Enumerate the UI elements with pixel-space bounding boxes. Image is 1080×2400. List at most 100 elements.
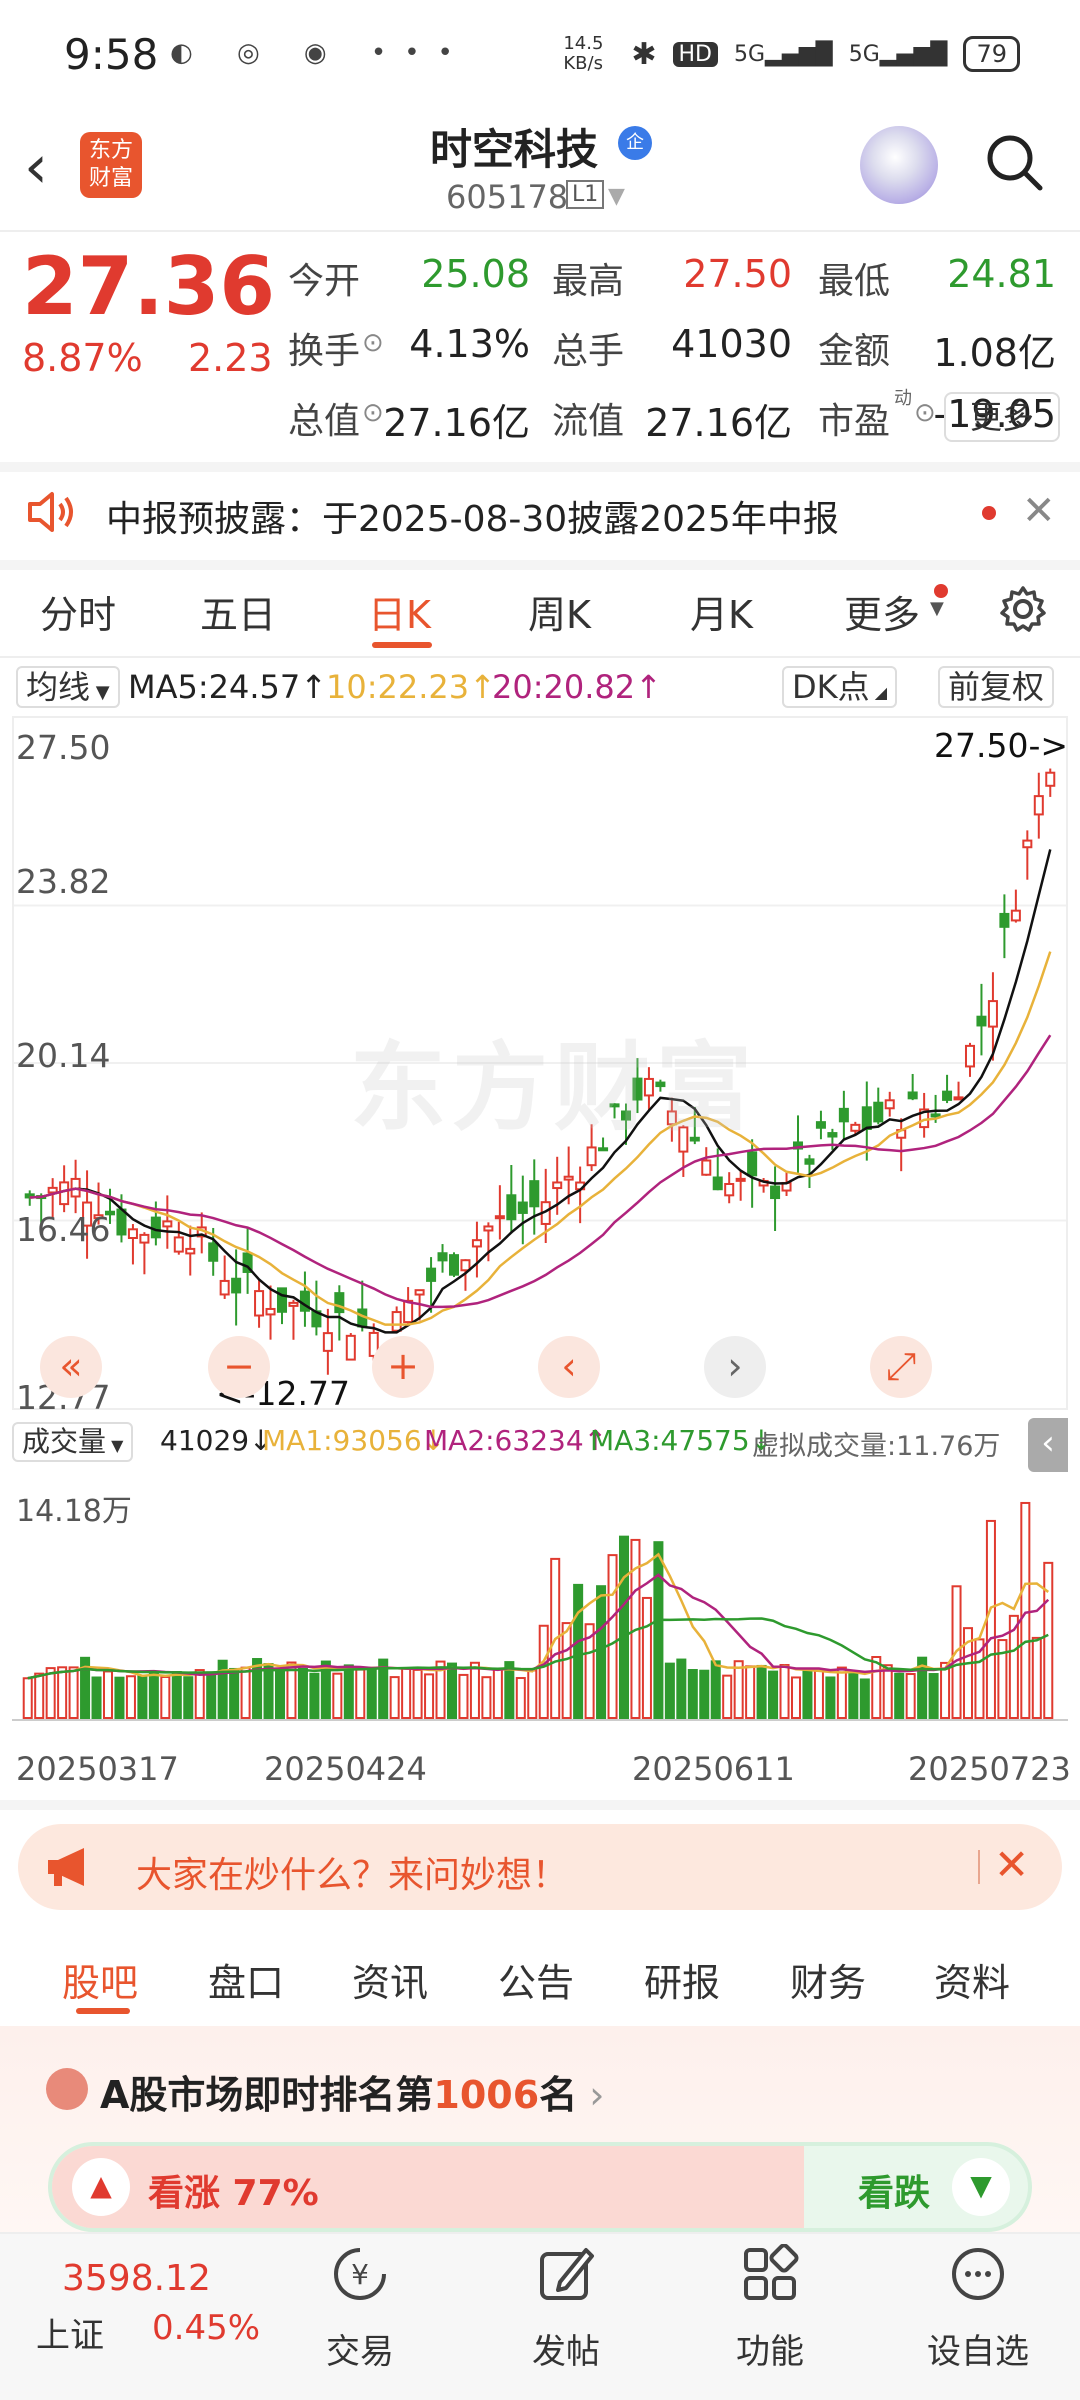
volume-bar: [664, 1662, 675, 1719]
x-tick-label: 20250611: [632, 1750, 795, 1788]
tab-pankou[interactable]: 盘口: [208, 1952, 284, 2007]
tab-monthly-k[interactable]: 月K: [690, 584, 753, 639]
settings-gear-icon[interactable]: [998, 584, 1048, 634]
collapse-panel-icon[interactable]: ‹: [1028, 1418, 1068, 1472]
change-percent: 8.87%: [22, 336, 143, 380]
dk-point-button[interactable]: DK点 ◢: [782, 666, 898, 708]
candle: [437, 1252, 448, 1262]
candle: [47, 1186, 58, 1194]
candle: [426, 1267, 437, 1282]
candle: [254, 1290, 265, 1317]
volume-indicator-selector[interactable]: 成交量 ▼: [12, 1422, 134, 1462]
back-button[interactable]: ‹: [24, 132, 48, 202]
notice-text[interactable]: 中报预披露：于2025-08-30披露2025年中报: [106, 490, 839, 542]
assistant-avatar[interactable]: [860, 126, 938, 204]
adjust-button[interactable]: 前复权: [938, 666, 1055, 708]
candle: [139, 1233, 150, 1244]
sentiment-bar[interactable]: ▲ 看涨 77% 看跌 ▼: [48, 2142, 1032, 2232]
stock-code: 605178: [446, 178, 569, 216]
candle: [59, 1181, 70, 1206]
nav-post[interactable]: 发帖: [496, 2324, 636, 2373]
volume-bar: [1020, 1501, 1031, 1719]
info-icon[interactable]: ⊙: [914, 398, 936, 428]
candle: [529, 1180, 540, 1208]
nav-trade[interactable]: 交易: [290, 2324, 430, 2373]
volume-bar: [171, 1670, 182, 1719]
functions-grid-icon[interactable]: [740, 2244, 800, 2304]
chevron-down-icon[interactable]: ▼: [608, 184, 625, 209]
bullish-up-icon[interactable]: ▲: [72, 2158, 130, 2216]
indicator-selector[interactable]: 均线 ▼: [16, 666, 120, 708]
tab-profile[interactable]: 资料: [934, 1952, 1010, 2007]
next-icon[interactable]: ›: [704, 1336, 766, 1398]
index-name[interactable]: 上证: [36, 2308, 104, 2357]
volume-bar: [229, 1667, 240, 1720]
pe-dynamic-mark: 动: [894, 388, 912, 409]
volume-bar: [492, 1668, 503, 1720]
volume-bar: [894, 1672, 905, 1719]
trade-yen-icon[interactable]: ¥: [330, 2244, 390, 2304]
tab-finance[interactable]: 财务: [790, 1952, 866, 2007]
zoom-in-icon[interactable]: +: [372, 1336, 434, 1398]
tab-intraday[interactable]: 分时: [40, 584, 116, 639]
candle: [185, 1247, 196, 1255]
tab-five-day[interactable]: 五日: [200, 584, 276, 639]
nav-add-watchlist[interactable]: 设自选: [908, 2324, 1048, 2373]
scroll-left-icon[interactable]: «: [40, 1336, 102, 1398]
fullscreen-icon[interactable]: ⤢: [870, 1336, 932, 1398]
volume-bar: [57, 1666, 68, 1720]
candle: [563, 1175, 574, 1181]
quote-label: 流值: [552, 401, 625, 442]
rank-number: 1006: [433, 2073, 540, 2117]
prev-icon[interactable]: ‹: [538, 1336, 600, 1398]
tab-guba[interactable]: 股吧: [62, 1952, 138, 2007]
volume-bar: [148, 1670, 159, 1720]
zoom-out-icon[interactable]: −: [208, 1336, 270, 1398]
bluetooth-icon: ✱: [631, 36, 657, 72]
watchlist-add-icon[interactable]: [948, 2244, 1008, 2304]
index-change[interactable]: 0.45%: [152, 2308, 260, 2348]
banner-close-icon[interactable]: ✕: [994, 1840, 1029, 1889]
nav-functions[interactable]: 功能: [700, 2324, 840, 2373]
quote-label: 总手: [552, 331, 625, 372]
search-icon[interactable]: [984, 132, 1044, 192]
close-icon[interactable]: ✕: [1022, 488, 1056, 534]
more-button[interactable]: 更多: [944, 392, 1060, 442]
tab-research[interactable]: 研报: [644, 1952, 720, 2007]
quote-value: 1.08亿: [933, 331, 1056, 375]
network-speed: 14.5 KB/s: [563, 33, 604, 74]
speaker-icon: [28, 492, 73, 532]
volume-max-label: 14.18万: [16, 1494, 132, 1529]
tab-news[interactable]: 资讯: [352, 1952, 428, 2007]
info-icon[interactable]: ⊙: [362, 398, 384, 428]
candle: [964, 1044, 976, 1068]
banner-text[interactable]: 大家在炒什么？来问妙想！: [136, 1846, 568, 1898]
post-edit-icon[interactable]: [536, 2244, 596, 2304]
index-value[interactable]: 3598.12: [62, 2258, 211, 2299]
volume-bar: [297, 1667, 308, 1720]
volume-bar: [928, 1673, 939, 1720]
bearish-label[interactable]: 看跌: [858, 2164, 930, 2216]
candle: [987, 1000, 998, 1028]
candle: [873, 1101, 884, 1123]
info-icon[interactable]: ⊙: [362, 328, 384, 358]
system-indicators: 14.5 KB/s ✱ HD 5G▂▄▆█ 5G▂▄▆█ 79: [563, 34, 1020, 74]
tab-more[interactable]: 更多: [844, 584, 920, 639]
tab-announcements[interactable]: 公告: [498, 1952, 574, 2007]
volume-bar: [768, 1670, 779, 1719]
rank-line[interactable]: A股市场即时排名第1006名 ›: [100, 2064, 604, 2119]
candle: [391, 1311, 402, 1332]
tab-weekly-k[interactable]: 周K: [528, 584, 591, 639]
volume-bar: [722, 1674, 733, 1719]
level-badge[interactable]: L1: [566, 180, 605, 209]
quote-value: 27.50: [683, 252, 792, 296]
candle: [334, 1292, 345, 1314]
more-tab-dot: [934, 584, 948, 598]
volume-chart[interactable]: [12, 1470, 1068, 1732]
candle: [517, 1201, 528, 1214]
clock: 9:58: [64, 30, 159, 79]
bullish-label[interactable]: 看涨 77%: [148, 2164, 319, 2216]
bearish-down-icon[interactable]: ▼: [952, 2158, 1010, 2216]
volume-bar: [91, 1676, 102, 1720]
tab-daily-k[interactable]: 日K: [368, 584, 431, 639]
